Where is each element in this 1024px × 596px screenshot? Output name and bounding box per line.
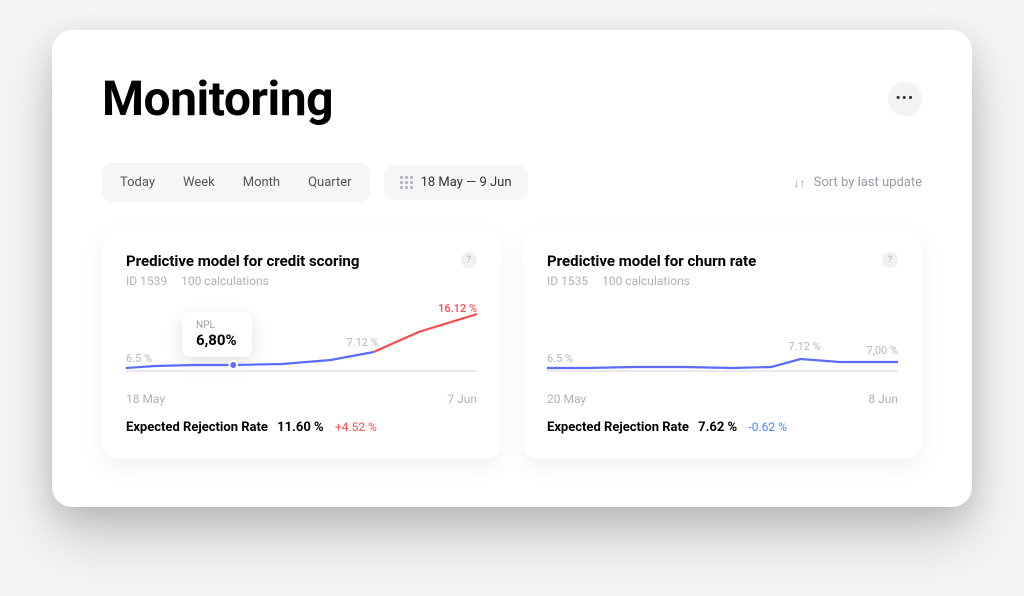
sort-label: Sort by last update [814,175,922,190]
calc-count: 100 calculations [602,274,690,288]
card-footer: Expected Rejection Rate 11.60 % +4.52 % [126,420,477,435]
period-today[interactable]: Today [106,167,169,198]
period-quarter[interactable]: Quarter [294,167,365,198]
footer-delta: +4.52 % [335,420,377,434]
card-meta: ID 1535 100 calculations [547,274,898,288]
card-meta: ID 1539 100 calculations [126,274,477,288]
date-row: 18 May 7 Jun [126,392,477,406]
period-week[interactable]: Week [169,167,229,198]
model-card-credit-scoring[interactable]: Predictive model for credit scoring ? ID… [102,230,501,459]
card-header: Predictive model for churn rate ? [547,252,898,270]
calendar-grid-icon [400,176,413,189]
footer-label: Expected Rejection Rate [126,420,268,435]
period-segmented-control: Today Week Month Quarter [102,163,370,202]
footer-value: 7.62 % [698,420,737,435]
calc-count: 100 calculations [181,274,269,288]
footer-delta: -0.62 % [748,420,786,434]
help-icon[interactable]: ? [882,252,898,268]
monitoring-window: Monitoring ••• Today Week Month Quarter … [52,30,972,507]
more-icon: ••• [896,91,915,106]
date-end: 8 Jun [868,392,898,406]
model-id: ID 1539 [126,274,167,288]
chart-churn-rate: 7,00 % 7.12 % 6.5 % [547,302,898,384]
footer-value: 11.60 % [277,420,323,435]
date-start: 18 May [126,392,165,406]
model-card-churn-rate[interactable]: Predictive model for churn rate ? ID 153… [523,230,922,459]
help-icon[interactable]: ? [461,252,477,268]
page-title: Monitoring [102,70,333,127]
period-month[interactable]: Month [229,167,294,198]
date-range-label: 18 May — 9 Jun [421,175,512,190]
date-row: 20 May 8 Jun [547,392,898,406]
chart-credit-scoring: 16.12 % 7.12 % 6.5 % NPL 6,80% [126,302,477,384]
sort-button[interactable]: ↓↑ Sort by last update [794,175,922,190]
model-id: ID 1535 [547,274,588,288]
controls-row: Today Week Month Quarter 18 May — 9 Jun … [102,163,922,202]
footer-label: Expected Rejection Rate [547,420,689,435]
card-header: Predictive model for credit scoring ? [126,252,477,270]
date-end: 7 Jun [447,392,477,406]
card-title: Predictive model for churn rate [547,252,756,270]
cards-row: Predictive model for credit scoring ? ID… [102,230,922,459]
card-title: Predictive model for credit scoring [126,252,359,270]
card-footer: Expected Rejection Rate 7.62 % -0.62 % [547,420,898,435]
date-range-picker[interactable]: 18 May — 9 Jun [384,165,528,200]
date-start: 20 May [547,392,586,406]
sort-icon: ↓↑ [794,176,806,190]
more-button[interactable]: ••• [888,82,922,116]
header-row: Monitoring ••• [102,70,922,127]
